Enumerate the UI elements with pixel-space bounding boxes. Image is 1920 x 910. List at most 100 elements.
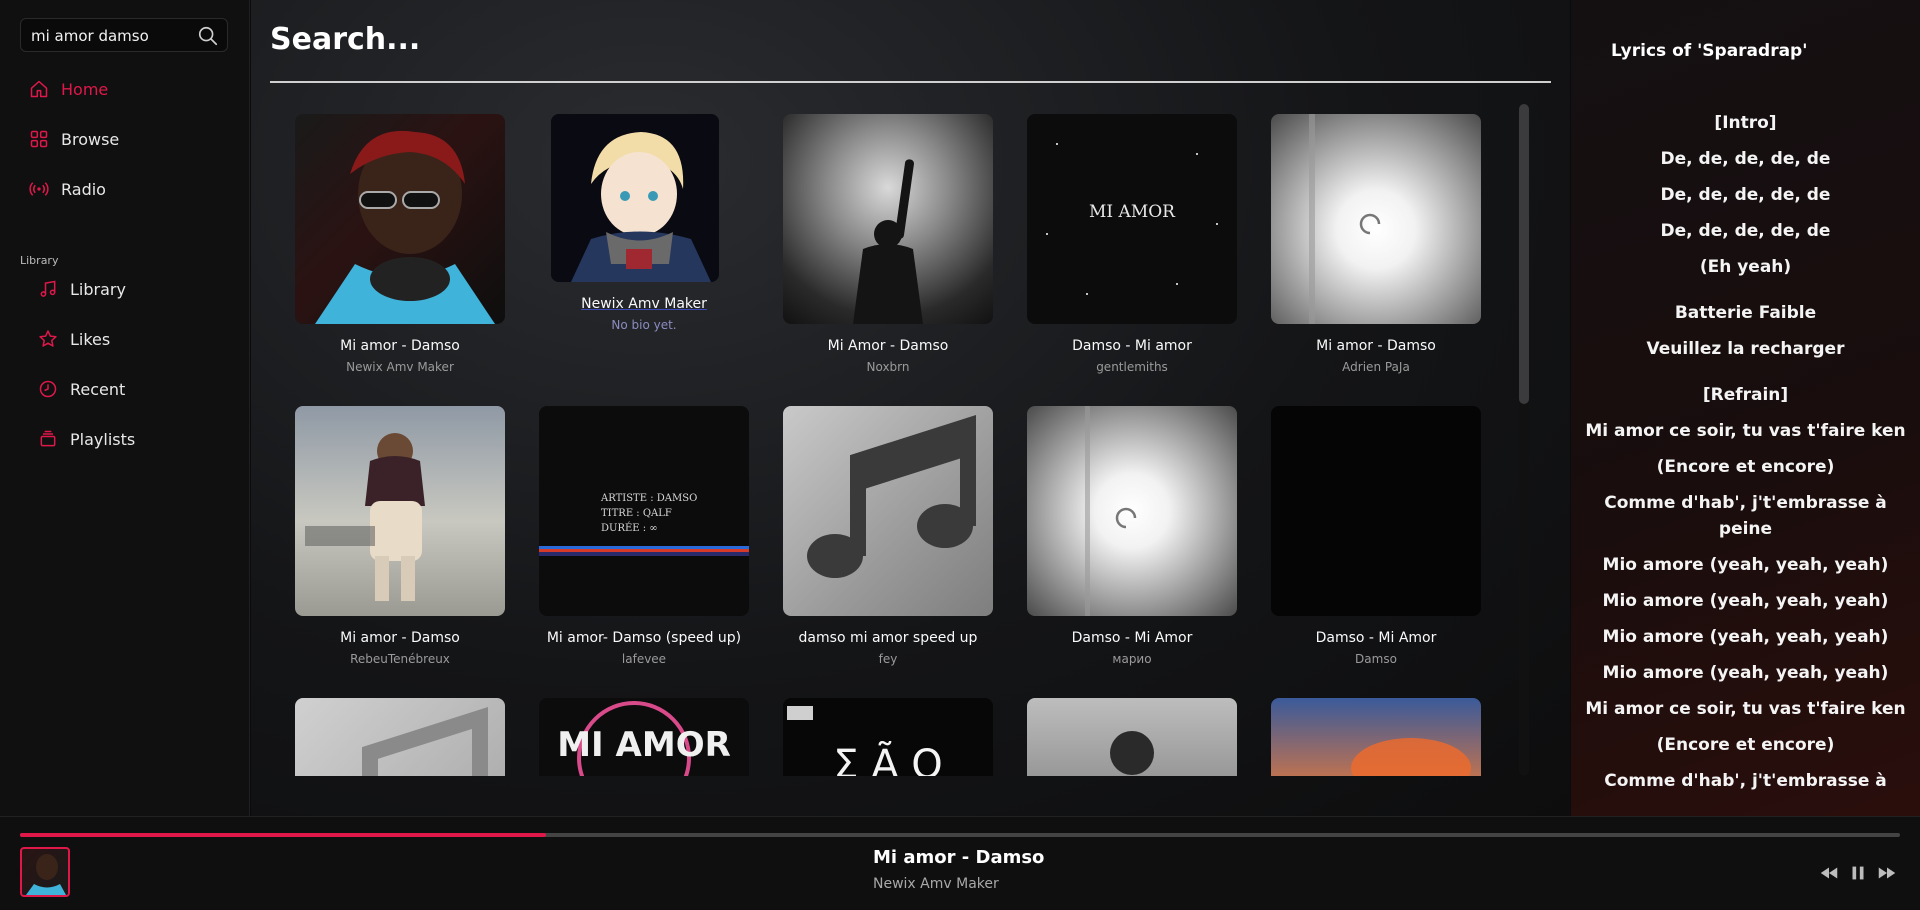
result-title: Mi Amor - Damso: [827, 338, 949, 354]
lyric-line: Batterie Faible: [1674, 303, 1817, 323]
portrait-photo-image: [1110, 731, 1154, 775]
results-grid: Mi amor - Damso Newix Amv Maker Newix Am…: [271, 110, 1521, 776]
lyric-line: Mio amore (yeah, yeah, yeah): [1602, 591, 1889, 611]
moon-cover-image: MI AMOR: [1039, 143, 1218, 295]
sunset-cover-image: [1351, 738, 1471, 776]
radio-icon: [29, 182, 49, 196]
cover-art: MI AMOR: [539, 698, 749, 776]
artist-photo: [315, 130, 495, 324]
sidebar-item-radio[interactable]: Radio: [29, 173, 106, 205]
lyric-line: peine: [1718, 519, 1773, 539]
cover-text: MI AMOR: [557, 725, 731, 765]
stack-icon: [40, 430, 56, 447]
search-results-panel: Search... Mi amor - Damso Newix Amv Make: [251, 0, 1570, 816]
lyrics-title: Lyrics of 'Sparadrap': [1611, 41, 1808, 61]
cover-text: DURÉE : ∞: [601, 522, 658, 534]
sidebar-item-label: Playlists: [70, 429, 136, 449]
loading-spinner-icon: [1309, 114, 1381, 324]
lyric-line: [Intro]: [1714, 113, 1777, 133]
sidebar-item-label: Browse: [61, 129, 120, 149]
sidebar-item-label: Library: [70, 279, 126, 299]
loading-spinner-icon: [1085, 406, 1137, 616]
anime-avatar-image: [551, 114, 719, 282]
result-title: Mi amor- Damso (speed up): [546, 630, 742, 646]
now-playing-artist[interactable]: Newix Amv Maker: [873, 876, 999, 892]
sidebar-item-library[interactable]: Library: [38, 273, 126, 305]
cover-art: ARTISTE : DAMSO TITRE : QALF DURÉE : ∞: [539, 406, 749, 616]
music-app: mi amor damso Home Browse Radio Library …: [0, 0, 1920, 910]
cover-art: [295, 406, 505, 616]
pause-icon[interactable]: [1847, 862, 1869, 884]
cover-art: MI AMOR: [1027, 114, 1237, 324]
sidebar-item-home[interactable]: Home: [29, 73, 108, 105]
result-artist: Noxbrn: [866, 360, 910, 374]
artist-photo: [26, 854, 66, 895]
child-photo-image: [305, 433, 425, 601]
result-title: Mi amor - Damso: [340, 630, 460, 646]
result-artist: lafevee: [621, 652, 667, 666]
progress-bar-fill: [20, 833, 547, 837]
result-artist: fey: [878, 652, 898, 666]
lyric-line: Veuillez la recharger: [1646, 339, 1845, 359]
sidebar-item-label: Radio: [61, 179, 106, 199]
cover-art: [1027, 698, 1237, 776]
cover-art: [1271, 698, 1481, 776]
library-section-label: Library: [20, 254, 59, 267]
page-title: Search...: [270, 22, 421, 57]
cover-art: [295, 698, 505, 776]
sidebar-item-playlists[interactable]: Playlists: [38, 423, 135, 455]
search-input[interactable]: mi amor damso: [20, 18, 228, 52]
cover-art: [1271, 406, 1481, 616]
title-divider: [270, 81, 1551, 83]
result-title: Mi amor - Damso: [1316, 338, 1436, 354]
lyric-line: Mi amor ce soir, tu vas t'faire ken: [1585, 699, 1906, 719]
result-title: Damso - Mi amor: [1072, 338, 1192, 354]
lyric-line: De, de, de, de, de: [1660, 149, 1831, 169]
results-scrollbar-thumb[interactable]: [1519, 104, 1529, 404]
sidebar-item-browse[interactable]: Browse: [29, 123, 119, 155]
cover-art: [295, 114, 505, 324]
lyric-line: (Encore et encore): [1656, 457, 1835, 477]
next-track-icon[interactable]: [1876, 862, 1898, 884]
now-playing-title: Mi amor - Damso: [873, 847, 1045, 868]
concert-silhouette-image: [853, 159, 923, 324]
result-artist: No bio yet.: [611, 318, 677, 332]
result-title: Mi amor - Damso: [340, 338, 460, 354]
lyric-line: De, de, de, de, de: [1660, 185, 1831, 205]
lyric-line: Mio amore (yeah, yeah, yeah): [1602, 627, 1889, 647]
lyric-line: (Encore et encore): [1656, 735, 1835, 755]
search-icon[interactable]: [197, 25, 219, 47]
result-title: damso mi amor speed up: [798, 630, 978, 646]
result-artist: Adrien PaJa: [1342, 360, 1410, 374]
mi-amor-pink-cover-image: MI AMOR: [557, 701, 731, 776]
avatar: [551, 114, 719, 282]
result-artist: gentlemiths: [1096, 360, 1168, 374]
result-artist: Damso: [1355, 652, 1397, 666]
lyric-line: [Refrain]: [1702, 385, 1789, 405]
lyric-line: Comme d'hab', j't'embrasse à: [1604, 771, 1887, 791]
sidebar-item-recent[interactable]: Recent: [38, 373, 125, 405]
sidebar-item-likes[interactable]: Likes: [38, 323, 110, 355]
lyric-line: Comme d'hab', j't'embrasse à: [1604, 493, 1887, 513]
star-icon: [39, 330, 57, 347]
progress-bar[interactable]: [20, 833, 1900, 837]
cover-art: [783, 114, 993, 324]
search-input-value[interactable]: mi amor damso: [31, 27, 149, 45]
lyric-line: Mio amore (yeah, yeah, yeah): [1602, 663, 1889, 683]
music-note-icon: [40, 280, 56, 297]
music-note-placeholder-icon: [362, 707, 488, 776]
cover-text: Σ Ã O: [833, 740, 943, 776]
qalf-cover-image: ARTISTE : DAMSO TITRE : QALF DURÉE : ∞: [539, 493, 749, 556]
cover-art: [1027, 406, 1237, 616]
clock-icon: [39, 380, 57, 398]
cover-text: ARTISTE : DAMSO: [600, 493, 697, 504]
now-playing-thumbnail[interactable]: [20, 847, 70, 897]
player-bar: Mi amor - Damso Newix Amv Maker: [0, 816, 1920, 910]
lyric-line: Mi amor ce soir, tu vas t'faire ken: [1585, 421, 1906, 441]
previous-track-icon[interactable]: [1818, 862, 1840, 884]
lyric-line: (Eh yeah): [1699, 257, 1792, 277]
result-title: Damso - Mi Amor: [1315, 630, 1437, 646]
result-artist: Newix Amv Maker: [346, 360, 454, 374]
cover-art: [783, 406, 993, 616]
sidebar-item-label: Likes: [70, 329, 111, 349]
